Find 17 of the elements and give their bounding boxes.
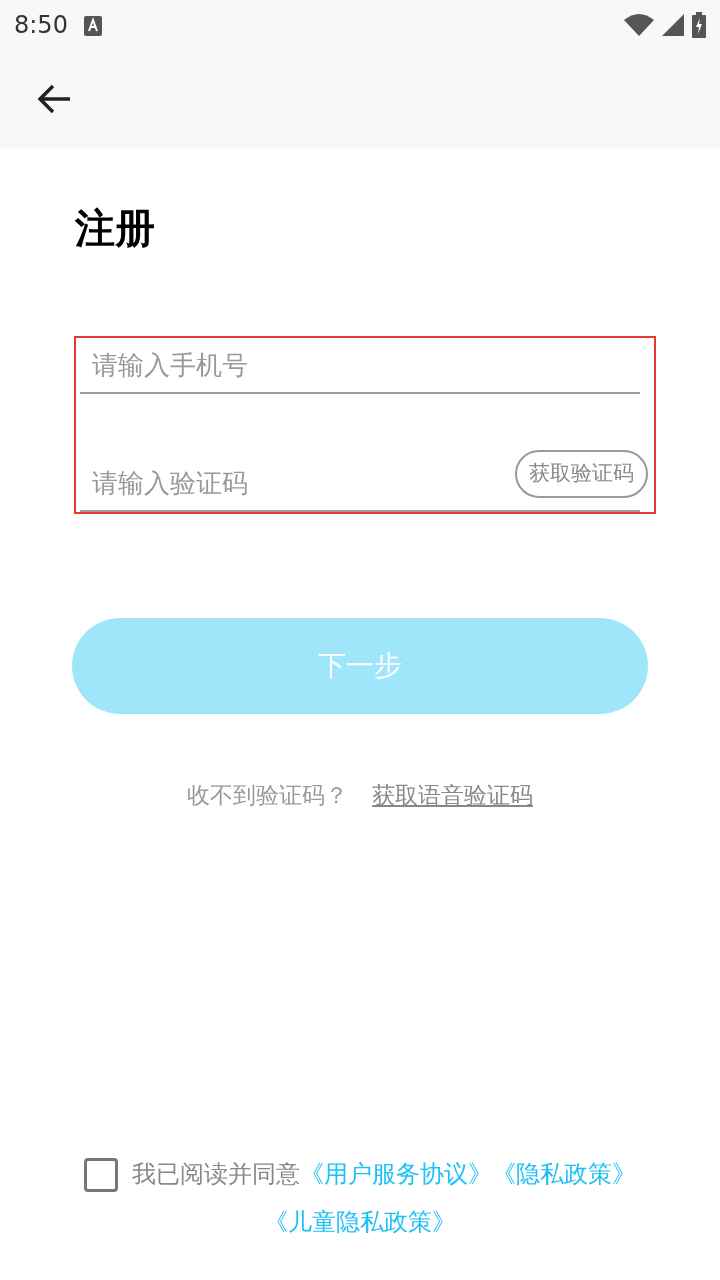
code-input-field[interactable]: 请输入验证码	[80, 456, 480, 510]
signal-icon	[662, 14, 684, 36]
battery-icon	[692, 12, 706, 38]
back-arrow-icon[interactable]	[36, 83, 72, 115]
agreement-checkbox[interactable]	[84, 1158, 118, 1192]
phone-input-field[interactable]: 请输入手机号	[80, 338, 480, 392]
get-code-button[interactable]: 获取验证码	[515, 450, 648, 498]
agreement-text: 我已阅读并同意《用户服务协议》《隐私政策》 《儿童隐私政策》	[132, 1160, 636, 1236]
voice-code-link[interactable]: 获取语音验证码	[372, 778, 533, 813]
page-title: 注册	[75, 204, 156, 253]
status-time: 8:50	[14, 10, 68, 41]
policy-link[interactable]: 《儿童隐私政策》	[264, 1208, 456, 1236]
wifi-icon	[624, 14, 654, 36]
policy-link[interactable]: 《隐私政策》	[492, 1160, 636, 1188]
policy-link[interactable]: 《用户服务协议》	[300, 1160, 492, 1188]
help-text: 收不到验证码？	[187, 781, 348, 810]
notification-icon	[83, 16, 102, 36]
